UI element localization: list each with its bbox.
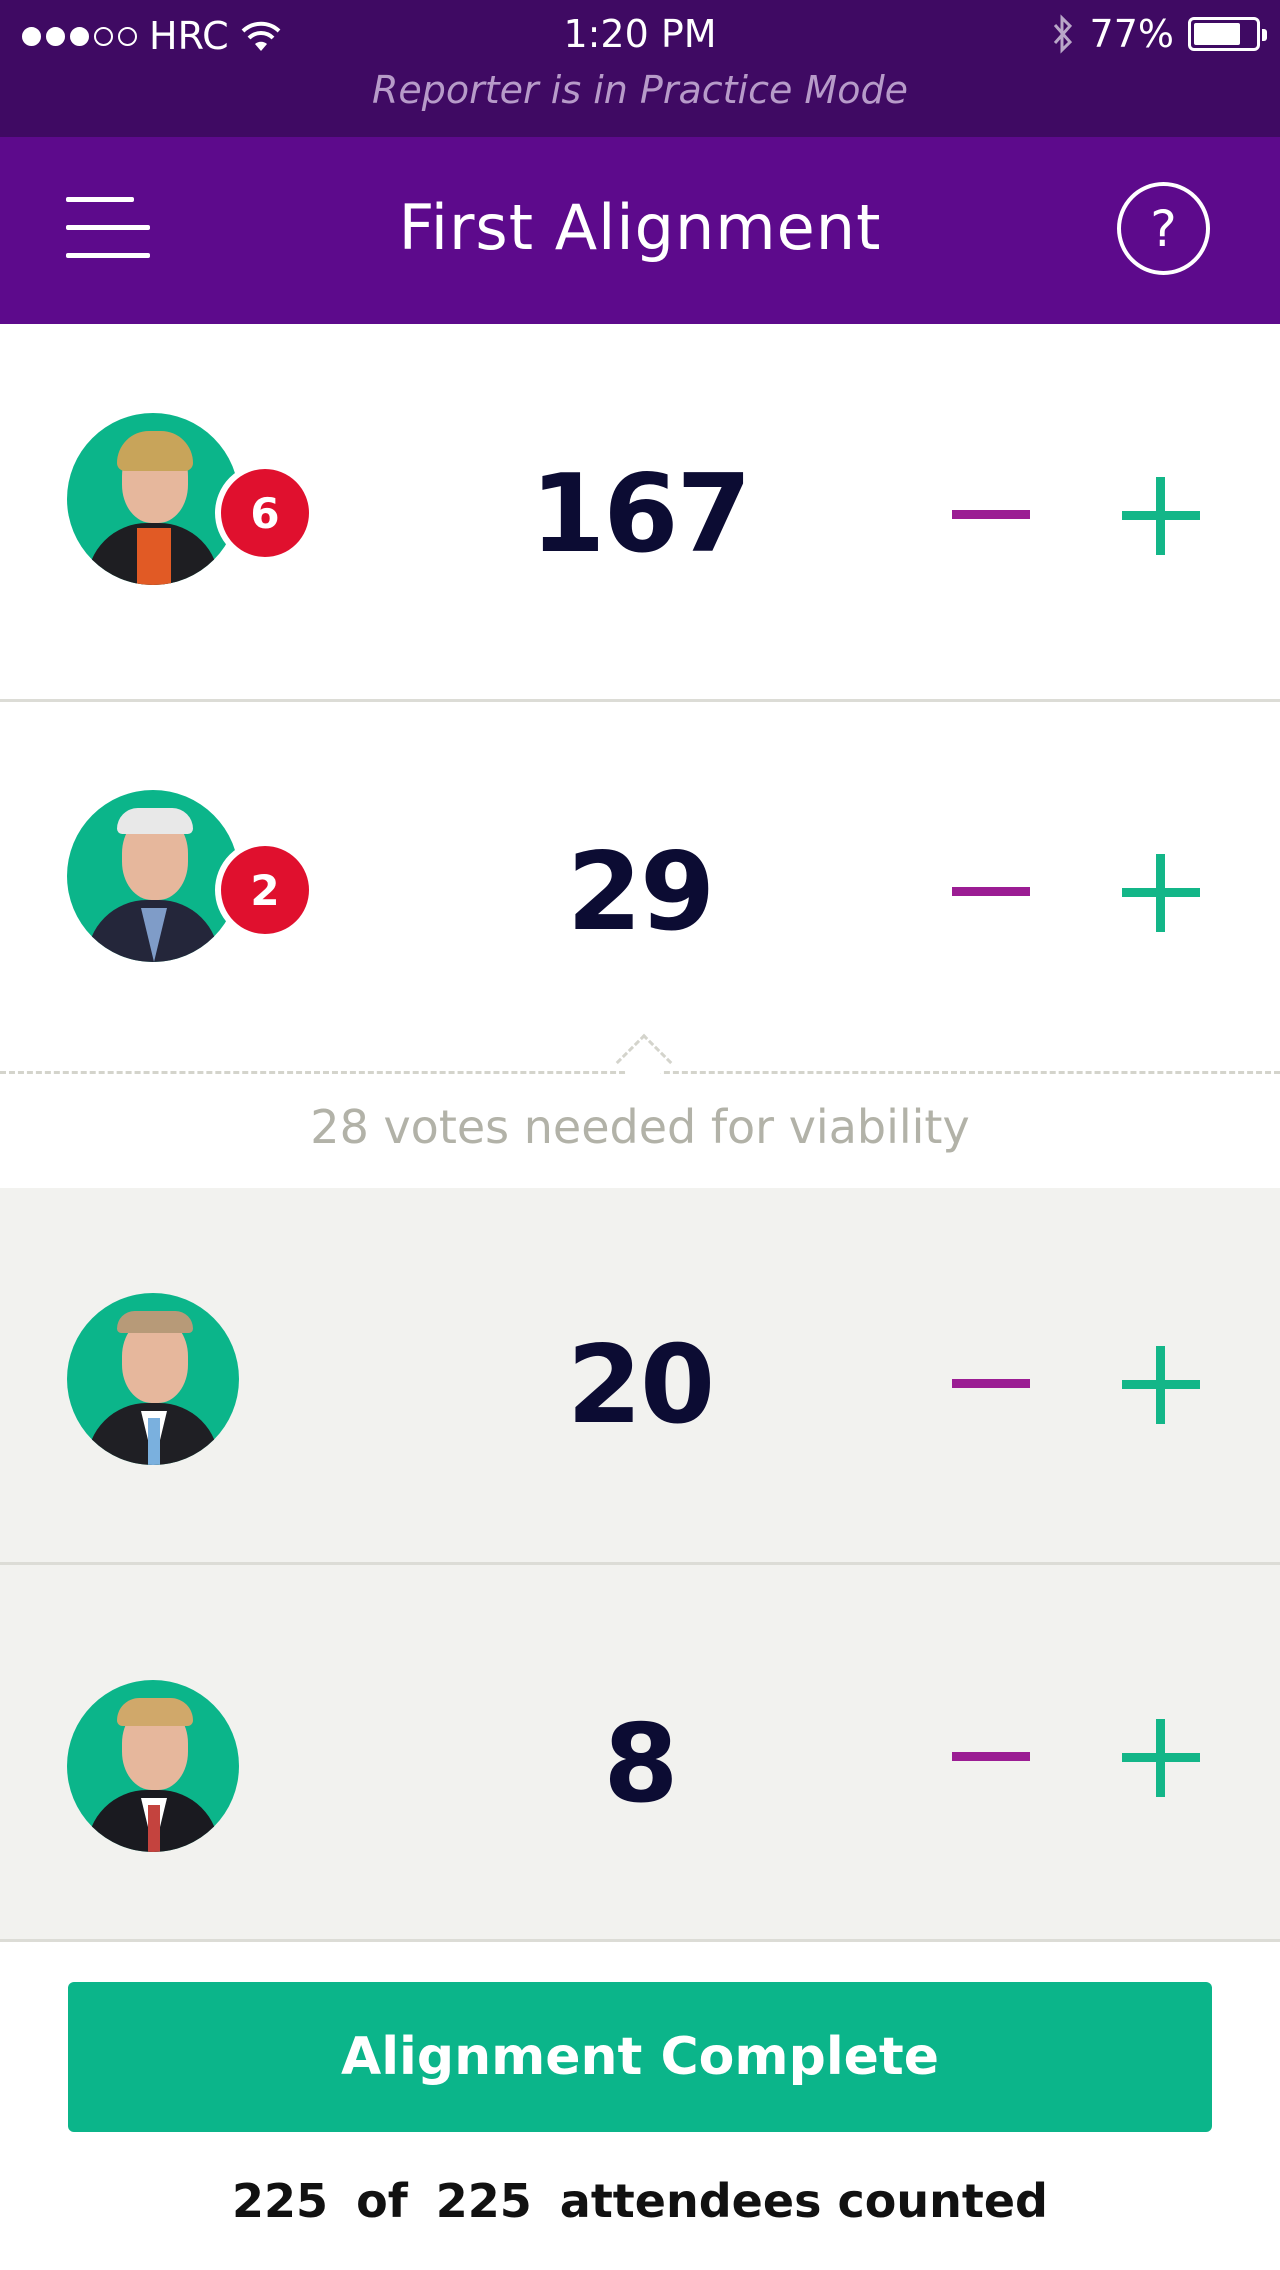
- candidate-row: 20: [0, 1188, 1280, 1564]
- of-label: of: [356, 2174, 408, 2228]
- status-right: 77%: [1050, 12, 1267, 56]
- increment-button[interactable]: [1110, 465, 1210, 565]
- battery-fill: [1194, 23, 1241, 45]
- attendees-counted-label: attendees counted: [559, 2174, 1048, 2228]
- candidate-avatar: [67, 413, 239, 585]
- vote-count: 8: [603, 1702, 678, 1827]
- practice-mode-notice: Reporter is in Practice Mode: [372, 68, 908, 112]
- viability-label: 28 votes needed for viability: [310, 1100, 970, 1154]
- alignment-complete-button[interactable]: Alignment Complete: [68, 1982, 1212, 2132]
- increment-button[interactable]: [1110, 1334, 1210, 1434]
- counted-number: 225: [232, 2174, 329, 2228]
- help-button[interactable]: ?: [1117, 182, 1210, 275]
- nav-bar: First Alignment ?: [0, 137, 1280, 324]
- delegate-badge: 2: [215, 840, 315, 940]
- vote-count: 167: [530, 452, 751, 577]
- page-title: First Alignment: [398, 191, 882, 264]
- vote-count: 29: [566, 830, 715, 955]
- candidate-avatar: [67, 1680, 239, 1852]
- total-number: 225: [435, 2174, 532, 2228]
- delegate-badge: 6: [215, 463, 315, 563]
- decrement-button[interactable]: [940, 1707, 1040, 1807]
- battery-percent: 77%: [1089, 12, 1174, 56]
- candidate-avatar: [67, 790, 239, 962]
- decrement-button[interactable]: [940, 1334, 1040, 1434]
- battery-icon: [1188, 17, 1267, 51]
- vote-count: 20: [566, 1323, 715, 1448]
- candidate-avatar: [67, 1293, 239, 1465]
- status-bar: HRC 1:20 PM 77% Reporter is in Practice …: [0, 0, 1280, 137]
- increment-button[interactable]: [1110, 1707, 1210, 1807]
- candidate-row: 8: [0, 1565, 1280, 1941]
- decrement-button[interactable]: [940, 842, 1040, 942]
- bluetooth-icon: [1053, 14, 1072, 54]
- candidate-row: 6 167: [0, 324, 1280, 701]
- decrement-button[interactable]: [940, 465, 1040, 565]
- attendees-counted: 225 of 225 attendees counted: [0, 2174, 1280, 2228]
- increment-button[interactable]: [1110, 842, 1210, 942]
- row-divider: [0, 1939, 1280, 1942]
